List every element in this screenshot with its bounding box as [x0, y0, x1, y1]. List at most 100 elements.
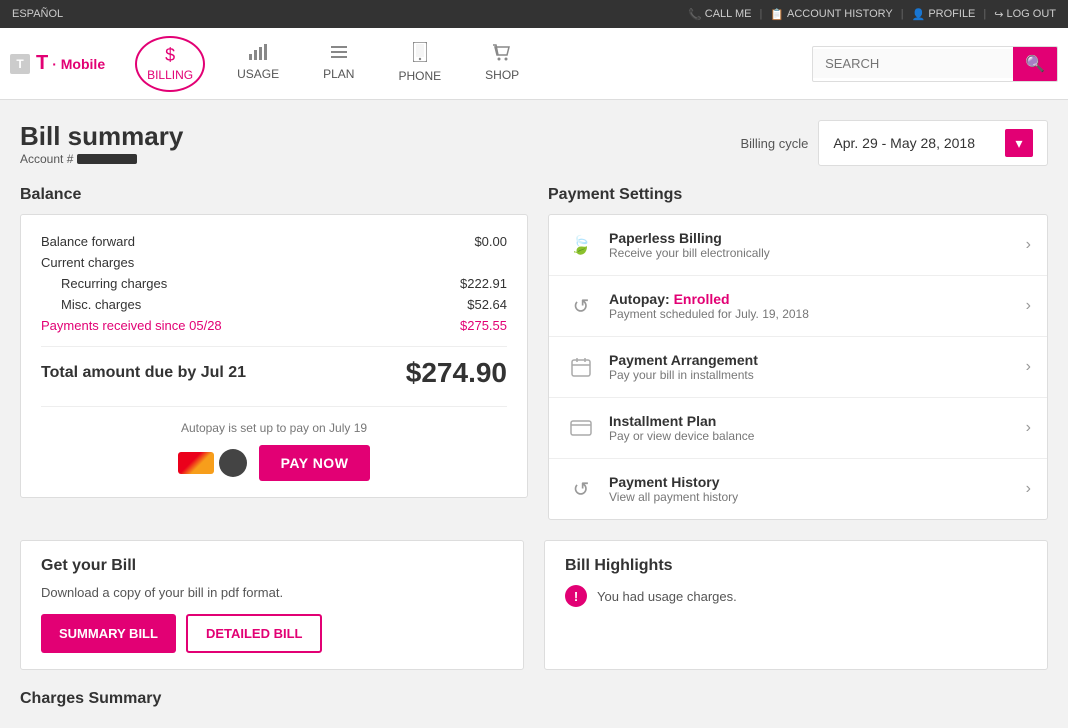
ps-item-arrangement[interactable]: Payment Arrangement Pay your bill in ins… [549, 337, 1047, 398]
payments-label: Payments received since 05/28 [41, 318, 222, 333]
summary-bill-button[interactable]: SUMMARY BILL [41, 614, 176, 653]
autopay-info: Autopay is set up to pay on July 19 [181, 421, 367, 435]
nav-item-shop[interactable]: SHOP [463, 28, 541, 100]
search-area: 🔍 [812, 46, 1058, 82]
autopay-title: Autopay: Enrolled [609, 291, 809, 307]
detailed-bill-button[interactable]: DETAILED BILL [186, 614, 323, 653]
highlight-row: ! You had usage charges. [565, 585, 1027, 607]
chevron-down-icon: ▾ [1005, 129, 1033, 157]
balance-card: Balance forward $0.00 Current charges Re… [20, 214, 528, 498]
account-redact [77, 154, 137, 164]
logo: T T · Mobile [10, 52, 105, 75]
ps-item-installment[interactable]: Installment Plan Pay or view device bala… [549, 398, 1047, 459]
logout-icon: ↪ [994, 8, 1003, 21]
main-nav: T T · Mobile $ BILLING USAGE PLAN [0, 28, 1068, 100]
installment-subtitle: Pay or view device balance [609, 429, 754, 443]
pay-now-button[interactable]: PAY NOW [259, 445, 371, 481]
card-icon-2 [219, 449, 247, 477]
profile-link[interactable]: 👤 PROFILE [912, 8, 976, 21]
recurring-charges-row: Recurring charges $222.91 [41, 273, 507, 294]
balance-forward-row: Balance forward $0.00 [41, 231, 507, 252]
arrangement-title: Payment Arrangement [609, 352, 758, 368]
charges-summary-title: Charges Summary [20, 690, 1048, 708]
highlight-text: You had usage charges. [597, 589, 737, 604]
phone-icon: 📞 [688, 8, 702, 21]
shop-icon [493, 43, 511, 66]
search-input[interactable] [813, 49, 1013, 78]
payment-settings-title: Payment Settings [548, 186, 1048, 204]
total-amount: $274.90 [406, 357, 507, 389]
bill-title: Bill summary Account # [20, 121, 183, 166]
payment-settings-card: 🍃 Paperless Billing Receive your bill el… [548, 214, 1048, 520]
installment-title: Installment Plan [609, 413, 754, 429]
ps-item-paperless[interactable]: 🍃 Paperless Billing Receive your bill el… [549, 215, 1047, 276]
card-icons [178, 449, 247, 477]
bill-highlights-title: Bill Highlights [565, 557, 1027, 575]
global-icon: T [10, 54, 30, 74]
search-button[interactable]: 🔍 [1013, 47, 1057, 81]
main-two-col: Balance Balance forward $0.00 Current ch… [20, 186, 1048, 520]
payments-value: $275.55 [460, 318, 507, 333]
search-box: 🔍 [812, 46, 1058, 82]
billing-cycle-selector[interactable]: Apr. 29 - May 28, 2018 ▾ [818, 120, 1048, 166]
top-bar-left: ESPAÑOL [12, 8, 63, 20]
chevron-right-icon: › [1026, 236, 1031, 254]
nav-item-usage[interactable]: USAGE [215, 28, 301, 100]
ps-item-autopay[interactable]: ↺ Autopay: Enrolled Payment scheduled fo… [549, 276, 1047, 337]
nav-item-billing[interactable]: $ BILLING [135, 36, 205, 92]
billing-icon: $ [165, 45, 175, 66]
get-bill-title: Get your Bill [41, 557, 503, 575]
top-bar: ESPAÑOL 📞 CALL ME | 📋 ACCOUNT HISTORY | … [0, 0, 1068, 28]
bill-btn-row: SUMMARY BILL DETAILED BILL [41, 614, 503, 653]
paperless-icon: 🍃 [565, 229, 597, 261]
nav-item-plan[interactable]: PLAN [301, 28, 376, 100]
top-bar-right: 📞 CALL ME | 📋 ACCOUNT HISTORY | 👤 PROFIL… [688, 8, 1056, 21]
plan-icon [330, 44, 348, 65]
arrangement-subtitle: Pay your bill in installments [609, 368, 758, 382]
bill-highlights-card: Bill Highlights ! You had usage charges. [544, 540, 1048, 670]
payments-row[interactable]: Payments received since 05/28 $275.55 [41, 315, 507, 336]
language-switch[interactable]: ESPAÑOL [12, 8, 63, 20]
ps-item-history[interactable]: ↺ Payment History View all payment histo… [549, 459, 1047, 519]
logout-link[interactable]: ↪ LOG OUT [994, 8, 1056, 21]
highlight-icon: ! [565, 585, 587, 607]
account-number: Account # [20, 152, 183, 166]
account-history-link[interactable]: 📋 ACCOUNT HISTORY [770, 8, 892, 21]
paperless-title: Paperless Billing [609, 230, 770, 246]
get-bill-card: Get your Bill Download a copy of your bi… [20, 540, 524, 670]
get-bill-description: Download a copy of your bill in pdf form… [41, 585, 503, 600]
profile-icon: 👤 [912, 8, 926, 21]
recurring-charges-label: Recurring charges [61, 276, 167, 291]
bottom-section: Get your Bill Download a copy of your bi… [20, 540, 1048, 670]
total-label: Total amount due by Jul 21 [41, 364, 246, 382]
phone-nav-icon [413, 42, 427, 67]
bill-header: Bill summary Account # Billing cycle Apr… [20, 120, 1048, 166]
right-column: Payment Settings 🍃 Paperless Billing Rec… [548, 186, 1048, 520]
left-column: Balance Balance forward $0.00 Current ch… [20, 186, 528, 520]
chevron-right-icon-5: › [1026, 480, 1031, 498]
chevron-right-icon-3: › [1026, 358, 1031, 376]
balance-forward-value: $0.00 [474, 234, 507, 249]
misc-charges-value: $52.64 [467, 297, 507, 312]
paperless-subtitle: Receive your bill electronically [609, 246, 770, 260]
autopay-row: Autopay is set up to pay on July 19 PAY … [41, 406, 507, 481]
usage-icon [249, 44, 267, 65]
call-me-link[interactable]: 📞 CALL ME [688, 8, 751, 21]
nav-item-phone[interactable]: PHONE [376, 28, 463, 100]
history-title: Payment History [609, 474, 738, 490]
autopay-actions: PAY NOW [178, 445, 371, 481]
history-icon: 📋 [770, 8, 784, 21]
brand-name: T · Mobile [36, 52, 105, 75]
main-content: Bill summary Account # Billing cycle Apr… [0, 100, 1068, 728]
history-subtitle: View all payment history [609, 490, 738, 504]
balance-forward-label: Balance forward [41, 234, 135, 249]
balance-section-title: Balance [20, 186, 528, 204]
installment-icon [565, 412, 597, 444]
misc-charges-row: Misc. charges $52.64 [41, 294, 507, 315]
billing-cycle: Billing cycle Apr. 29 - May 28, 2018 ▾ [740, 120, 1048, 166]
nav-items: $ BILLING USAGE PLAN PHONE SHOP [125, 28, 812, 100]
chevron-right-icon-2: › [1026, 297, 1031, 315]
current-charges-label: Current charges [41, 255, 134, 270]
arrangement-icon [565, 351, 597, 383]
mastercard-icon [178, 452, 214, 474]
